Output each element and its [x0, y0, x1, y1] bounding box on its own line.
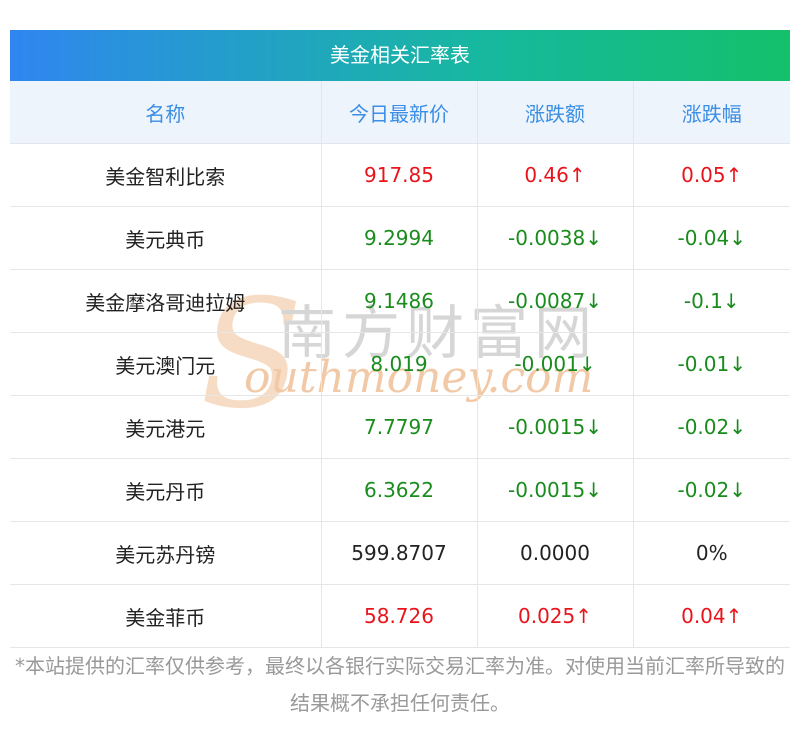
header-row: 名称 今日最新价 涨跌额 涨跌幅: [10, 81, 790, 144]
currency-name: 美元典币: [10, 206, 322, 270]
price-change: -0.0087↓: [477, 269, 634, 333]
header-name: 名称: [10, 81, 322, 144]
latest-price: 7.7797: [321, 395, 478, 459]
latest-price: 9.2994: [321, 206, 478, 270]
latest-price: 599.8707: [321, 521, 478, 585]
latest-price: 9.1486: [321, 269, 478, 333]
change-percent: 0.04↑: [633, 584, 790, 648]
table-row: 美金智利比索 917.85 0.46↑ 0.05↑: [10, 143, 790, 207]
table-row: 美元丹币 6.3622 -0.0015↓ -0.02↓: [10, 458, 790, 522]
change-percent: -0.02↓: [633, 395, 790, 459]
change-percent: -0.04↓: [633, 206, 790, 270]
latest-price: 58.726: [321, 584, 478, 648]
change-percent: 0%: [633, 521, 790, 585]
currency-name: 美金菲币: [10, 584, 322, 648]
rate-table-container: 美金相关汇率表 名称 今日最新价 涨跌额 涨跌幅 美金智利比索 917.85 0.4…: [10, 30, 790, 648]
price-change: -0.0015↓: [477, 458, 634, 522]
price-change: 0.0000: [477, 521, 634, 585]
change-percent: -0.02↓: [633, 458, 790, 522]
price-change: 0.46↑: [477, 143, 634, 207]
table-row: 美金菲币 58.726 0.025↑ 0.04↑: [10, 584, 790, 648]
currency-name: 美元澳门元: [10, 332, 322, 396]
table-row: 美元港元 7.7797 -0.0015↓ -0.02↓: [10, 395, 790, 459]
header-change: 涨跌额: [477, 81, 634, 144]
rate-table: 名称 今日最新价 涨跌额 涨跌幅 美金智利比索 917.85 0.46↑ 0.05↑ 美…: [10, 81, 790, 648]
currency-name: 美金摩洛哥迪拉姆: [10, 269, 322, 333]
change-percent: -0.01↓: [633, 332, 790, 396]
latest-price: 6.3622: [321, 458, 478, 522]
currency-name: 美金智利比索: [10, 143, 322, 207]
latest-price: 8.019: [321, 332, 478, 396]
price-change: -0.0038↓: [477, 206, 634, 270]
table-row: 美元苏丹镑 599.8707 0.0000 0%: [10, 521, 790, 585]
table-row: 美金摩洛哥迪拉姆 9.1486 -0.0087↓ -0.1↓: [10, 269, 790, 333]
currency-name: 美元港元: [10, 395, 322, 459]
latest-price: 917.85: [321, 143, 478, 207]
price-change: -0.0015↓: [477, 395, 634, 459]
header-pct: 涨跌幅: [633, 81, 790, 144]
table-row: 美元典币 9.2994 -0.0038↓ -0.04↓: [10, 206, 790, 270]
table-title: 美金相关汇率表: [10, 30, 790, 81]
header-price: 今日最新价: [321, 81, 478, 144]
price-change: -0.001↓: [477, 332, 634, 396]
change-percent: 0.05↑: [633, 143, 790, 207]
disclaimer-note: *本站提供的汇率仅供参考，最终以各银行实际交易汇率为准。对使用当前汇率所导致的结…: [15, 654, 785, 715]
change-percent: -0.1↓: [633, 269, 790, 333]
currency-name: 美元丹币: [10, 458, 322, 522]
price-change: 0.025↑: [477, 584, 634, 648]
table-row: 美元澳门元 8.019 -0.001↓ -0.01↓: [10, 332, 790, 396]
currency-name: 美元苏丹镑: [10, 521, 322, 585]
